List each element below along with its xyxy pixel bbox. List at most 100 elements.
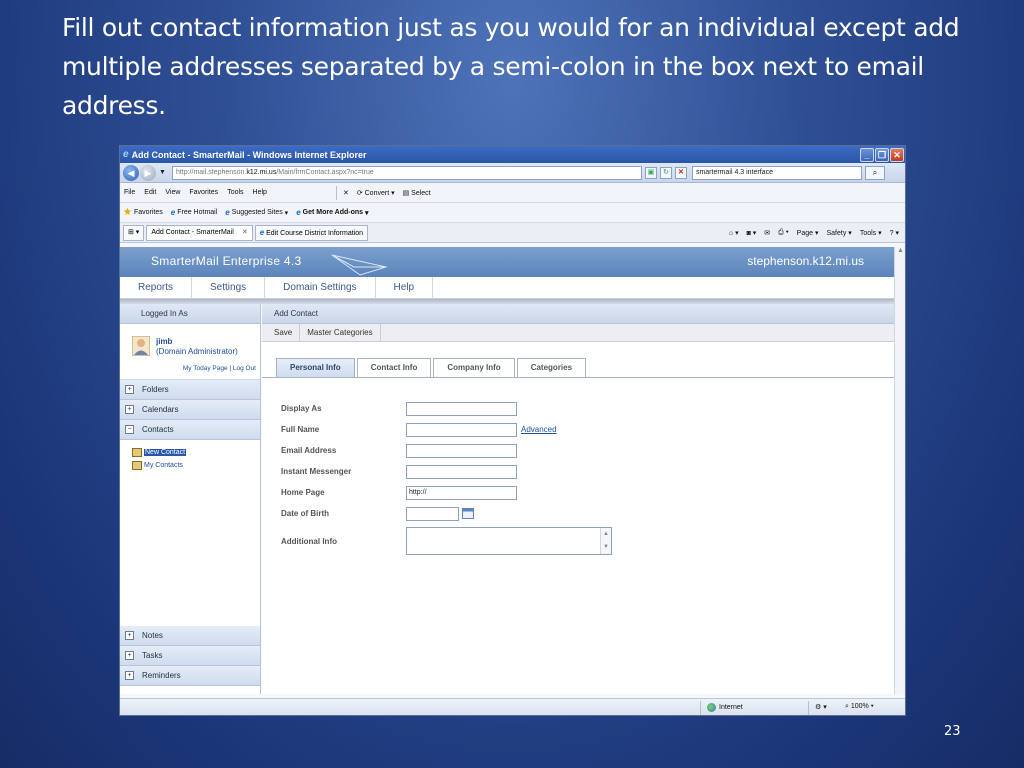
tools-menu[interactable]: Tools ▾ (860, 229, 882, 237)
close-toolbar-icon[interactable]: ✕ (343, 189, 349, 197)
stop-icon[interactable]: ✕ (674, 166, 687, 179)
menu-help[interactable]: Help (253, 189, 267, 196)
nav-help[interactable]: Help (376, 277, 434, 298)
calendar-icon[interactable] (462, 508, 474, 519)
page-scrollbar[interactable]: ▲ (894, 247, 905, 694)
menu-favorites[interactable]: Favorites (189, 189, 218, 196)
page-menu[interactable]: Page ▾ (797, 229, 819, 237)
user-links[interactable]: My Today Page | Log Out (183, 365, 256, 372)
home-page-field[interactable]: http:// (406, 485, 517, 500)
ie-page-icon: e (170, 208, 176, 217)
fav-free-hotmail[interactable]: e Free Hotmail (171, 208, 218, 217)
tab-categories[interactable]: Categories (516, 358, 587, 377)
user-role: (Domain Administrator) (156, 347, 238, 356)
expand-icon[interactable]: + (125, 651, 134, 660)
zoom-level[interactable]: ⌕ 100% ▾ (845, 703, 874, 711)
im-label: Instant Messenger (281, 467, 352, 476)
collapse-icon[interactable]: − (125, 425, 134, 434)
menu-view[interactable]: View (165, 189, 180, 196)
history-dropdown-icon[interactable]: ▼ (159, 169, 166, 176)
menu-tools[interactable]: Tools (227, 189, 243, 196)
security-zone[interactable]: Internet (707, 703, 743, 712)
master-categories-button[interactable]: Master Categories (300, 324, 381, 341)
close-window-button[interactable]: ✕ (890, 147, 904, 162)
save-button[interactable]: Save (262, 324, 301, 341)
slide-number: 23 (944, 724, 961, 739)
expand-icon[interactable]: + (125, 385, 134, 394)
sidebar-tasks[interactable]: + Tasks (120, 646, 260, 666)
convert-button[interactable]: ⟳ Convert ▾ (357, 189, 395, 197)
dob-label: Date of Birth (281, 509, 329, 518)
close-tab-icon[interactable]: ✕ (242, 229, 248, 236)
personal-info-form: Display As Full Name Advanced Email Addr… (281, 398, 612, 558)
scroll-up-icon[interactable]: ▲ (895, 247, 905, 254)
restore-button[interactable]: ❐ (875, 147, 889, 162)
advanced-link[interactable]: Advanced (521, 425, 557, 434)
user-avatar-icon (132, 336, 150, 356)
tab-personal-info[interactable]: Personal Info (276, 358, 355, 377)
favorites-button[interactable]: ★ Favorites (123, 207, 163, 218)
status-divider (808, 701, 809, 715)
tab-contact-info[interactable]: Contact Info (356, 358, 432, 377)
additional-info-field[interactable]: ▲ ▼ (406, 527, 612, 555)
expand-icon[interactable]: + (125, 631, 134, 640)
sidebar-contacts[interactable]: − Contacts (120, 420, 260, 440)
protected-mode-icon[interactable]: ⚙ ▾ (815, 703, 827, 711)
nav-settings[interactable]: Settings (192, 277, 266, 298)
address-book-icon (132, 461, 142, 470)
forward-button[interactable]: ▶ (140, 164, 156, 181)
home-page-label: Home Page (281, 488, 325, 497)
main-toolbar: Save Master Categories (262, 324, 894, 342)
refresh-icon[interactable]: ↻ (659, 166, 672, 179)
window-titlebar: e Add Contact - SmarterMail - Windows In… (120, 146, 905, 163)
sidebar-notes[interactable]: + Notes (120, 626, 260, 646)
tab-edit-course[interactable]: e Edit Course District Information (254, 224, 369, 241)
help-icon[interactable]: ? ▾ (890, 229, 899, 237)
tree-my-contacts[interactable]: My Contacts (132, 459, 260, 472)
fav-get-more-addons[interactable]: e Get More Add-ons ▾ (296, 208, 368, 217)
new-contact-icon (132, 448, 142, 457)
home-icon[interactable]: ⌂ ▾ (729, 229, 739, 237)
sidebar-calendars[interactable]: + Calendars (120, 400, 260, 420)
display-as-field[interactable] (406, 401, 517, 416)
envelope-logo-icon (331, 254, 388, 276)
print-icon[interactable]: ⎙ ▾ (778, 229, 789, 237)
url-input[interactable]: http://mail.stephenson.k12.mi.us/Main/fr… (171, 165, 642, 180)
textarea-scrollbar[interactable]: ▲ ▼ (600, 528, 611, 554)
username[interactable]: jimb (156, 337, 172, 346)
search-icon[interactable]: ⌕ (864, 165, 885, 180)
full-name-field[interactable] (406, 422, 517, 437)
select-button[interactable]: ▤ Select (403, 189, 431, 197)
menu-bar: File Edit View Favorites Tools Help ✕ ⟳ … (120, 183, 905, 203)
search-input[interactable]: smartermail 4.3 interface (691, 165, 862, 180)
fav-suggested-sites[interactable]: e Suggested Sites ▾ (225, 208, 288, 217)
expand-icon[interactable]: + (125, 405, 134, 414)
safety-menu[interactable]: Safety ▾ (827, 229, 852, 237)
window-title: Add Contact - SmarterMail - Windows Inte… (131, 149, 367, 160)
menu-file[interactable]: File (124, 189, 135, 196)
user-info: jimb (Domain Administrator) My Today Pag… (120, 324, 260, 380)
compatibility-icon[interactable]: ▣ (644, 166, 657, 179)
quick-tabs-button[interactable]: ⊞ ▾ (123, 224, 145, 241)
menu-edit[interactable]: Edit (144, 189, 156, 196)
feeds-icon[interactable]: ◙ ▾ (747, 229, 757, 237)
instant-messenger-field[interactable] (406, 464, 517, 479)
domain-name: stephenson.k12.mi.us (747, 254, 864, 268)
date-of-birth-field[interactable] (406, 506, 459, 521)
tab-add-contact[interactable]: Add Contact - SmarterMail ✕ (146, 224, 253, 241)
full-name-label: Full Name (281, 425, 320, 434)
tabs-underline (262, 377, 894, 378)
sidebar-folders[interactable]: + Folders (120, 380, 260, 400)
browser-window: e Add Contact - SmarterMail - Windows In… (119, 145, 906, 716)
tree-new-contact[interactable]: New Contact (132, 446, 260, 459)
back-button[interactable]: ◀ (123, 164, 139, 181)
main-content: Add Contact Save Master Categories Perso… (262, 304, 894, 694)
minimize-button[interactable]: _ (860, 147, 874, 162)
nav-domain-settings[interactable]: Domain Settings (265, 277, 376, 298)
expand-icon[interactable]: + (125, 671, 134, 680)
email-field[interactable] (406, 443, 517, 458)
mail-icon[interactable]: ✉ (764, 229, 770, 237)
tab-company-info[interactable]: Company Info (433, 358, 515, 377)
nav-reports[interactable]: Reports (120, 277, 193, 298)
sidebar-reminders[interactable]: + Reminders (120, 666, 260, 686)
